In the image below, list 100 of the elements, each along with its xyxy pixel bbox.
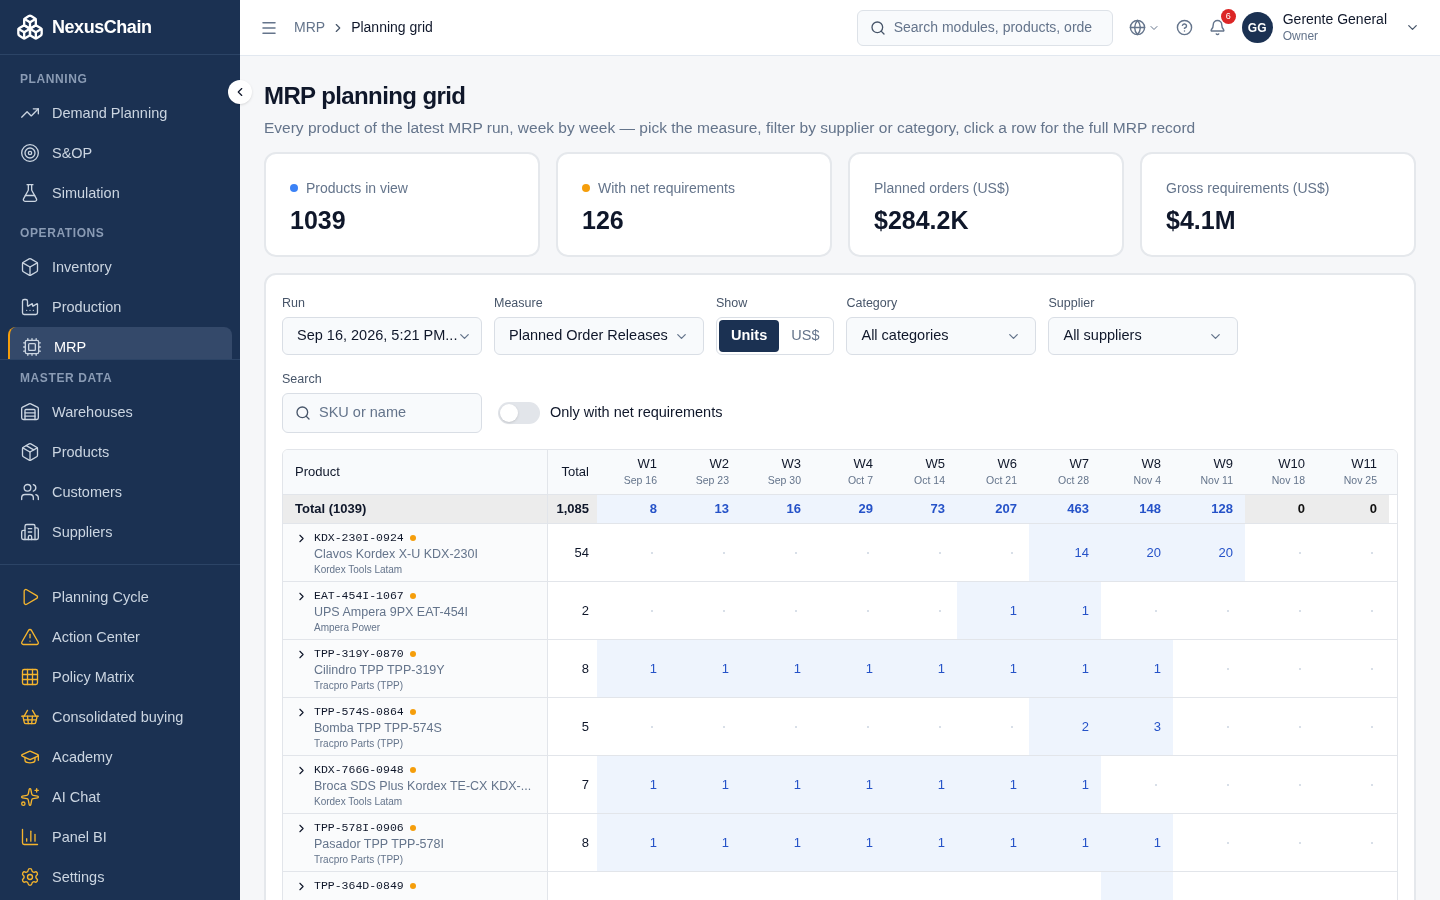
cell-value: 8 bbox=[649, 500, 657, 519]
cell-value: 0 bbox=[1369, 500, 1377, 519]
product-sku: TPP-574S-0864 bbox=[314, 704, 404, 720]
grid-icon bbox=[20, 667, 40, 687]
sidebar-item[interactable]: Inventory bbox=[8, 247, 232, 287]
cell-value: 20 bbox=[1146, 543, 1161, 562]
sidebar-item[interactable]: Suppliers bbox=[8, 512, 232, 552]
product-row[interactable]: TPP-574S-0864 Bomba TPP TPP-574S Tracpro Parts (TPP) 5 2 3 bbox=[283, 698, 1397, 756]
cell-value: 1 bbox=[721, 659, 729, 678]
basket-icon bbox=[20, 707, 40, 727]
collapse-button[interactable] bbox=[228, 80, 252, 104]
field-label: Search bbox=[282, 371, 323, 387]
sidebar-item[interactable]: Panel BI bbox=[8, 817, 232, 857]
warning-icon bbox=[20, 627, 40, 647]
user-avatar[interactable]: GG bbox=[1241, 12, 1273, 43]
section-heading: PLANNING bbox=[19, 71, 89, 88]
warehouse-icon bbox=[20, 402, 40, 422]
chip-icon bbox=[22, 337, 42, 357]
product-row[interactable]: KDX-230I-0924 Clavos Kordex X-U KDX-230I Kordex Tools Latam 54 14 20 20 bbox=[283, 524, 1397, 582]
sidebar-item[interactable]: S&OP bbox=[8, 133, 232, 173]
product-supplier: Kordex Tools Latam bbox=[314, 563, 404, 577]
product-supplier: Ampera Power bbox=[314, 621, 382, 635]
toggle-switch[interactable] bbox=[498, 402, 540, 424]
factory-icon bbox=[20, 297, 40, 317]
segment-option[interactable]: Units bbox=[719, 320, 780, 352]
page-subtitle: Every product of the latest MRP run, week by week — pick the measure, filter by supplier or category, click a row for the full MRP record bbox=[264, 118, 1197, 138]
product-sku: TPP-578I-0906 bbox=[314, 820, 404, 836]
search-icon bbox=[869, 19, 886, 36]
kpi-label: Products in view bbox=[306, 179, 408, 198]
select-field[interactable]: Sep 16, 2026, 5:21 PM... bbox=[282, 317, 482, 355]
user-role: Owner bbox=[1282, 28, 1320, 44]
help-icon[interactable] bbox=[1175, 19, 1193, 36]
product-name: Clavos Kordex X-U KDX-230I bbox=[314, 546, 478, 562]
product-row[interactable]: KDX-766G-0948 Broca SDS Plus Kordex TE-CX KDX-... Kordex Tools Latam 7 1 1 1 1 1 1 1 bbox=[283, 756, 1397, 814]
logo-icon bbox=[16, 13, 44, 41]
kpi-value: $284.2K bbox=[874, 205, 970, 236]
product-row[interactable]: EAT-454I-1067 UPS Ampera 9PX EAT-454I Ampera Power 2 1 1 bbox=[283, 582, 1397, 640]
cell-value: 1 bbox=[649, 775, 657, 794]
week-date: Nov 18 bbox=[1271, 473, 1305, 488]
sidebar-item[interactable]: Production bbox=[8, 287, 232, 327]
sidebar-item[interactable]: Demand Planning bbox=[8, 93, 232, 133]
week-label: W3 bbox=[781, 456, 801, 472]
language-button[interactable] bbox=[1128, 19, 1160, 36]
breadcrumb-link[interactable]: MRP bbox=[294, 17, 326, 38]
breadcrumb-current: Planning grid bbox=[351, 18, 433, 37]
field-label: Category bbox=[846, 295, 899, 311]
sidebar-item[interactable]: Warehouses bbox=[8, 392, 232, 432]
cell-value: 1 bbox=[1153, 659, 1161, 678]
product-row[interactable]: TPP-319Y-0870 Cilindro TPP TPP-319Y Tracpro Parts (TPP) 8 1 1 1 1 1 1 1 1 bbox=[283, 640, 1397, 698]
sidebar-item[interactable]: Customers bbox=[8, 472, 232, 512]
cell-value: 1 bbox=[649, 659, 657, 678]
product-row[interactable]: TPP-578I-0906 Pasador TPP TPP-578I Tracpro Parts (TPP) 8 1 1 1 1 1 1 1 1 bbox=[283, 814, 1397, 872]
week-label: W7 bbox=[1069, 456, 1089, 472]
cell-value: 2 bbox=[1081, 717, 1089, 736]
week-label: W11 bbox=[1351, 456, 1377, 472]
sidebar-item[interactable]: Policy Matrix bbox=[8, 657, 232, 697]
product-name: Bomba TPP TPP-574S bbox=[314, 720, 442, 736]
bar-chart-icon bbox=[20, 827, 40, 847]
cell-value: 1 bbox=[865, 833, 873, 852]
search-field[interactable]: SKU or name bbox=[282, 393, 482, 433]
product-supplier: Tracpro Parts (TPP) bbox=[314, 737, 405, 751]
notification-badge: 6 bbox=[1220, 9, 1236, 24]
product-sku: EAT-454I-1067 bbox=[314, 588, 404, 604]
product-sku: TPP-364D-0849 bbox=[314, 878, 404, 894]
cell-value: 1 bbox=[721, 775, 729, 794]
row-total: 8 bbox=[581, 659, 589, 678]
page-title: MRP planning grid bbox=[264, 81, 467, 111]
cell-value: 1 bbox=[1153, 833, 1161, 852]
cell-value: 1 bbox=[1081, 601, 1089, 620]
product-sku: KDX-230I-0924 bbox=[314, 530, 404, 546]
sidebar-item[interactable]: MRP bbox=[8, 327, 232, 359]
segment-option[interactable]: US$ bbox=[779, 320, 832, 352]
bell-icon[interactable] bbox=[1208, 19, 1226, 36]
brand-name: NexusChain bbox=[52, 15, 152, 39]
sidebar-item[interactable]: Planning Cycle bbox=[8, 577, 232, 617]
product-supplier: Tracpro Parts (TPP) bbox=[314, 679, 405, 693]
week-date: Sep 16 bbox=[623, 473, 657, 488]
cell-value: 1 bbox=[937, 659, 945, 678]
sidebar-item[interactable]: Simulation bbox=[8, 173, 232, 213]
building-icon bbox=[20, 522, 40, 542]
week-date: Nov 4 bbox=[1133, 473, 1161, 488]
column-header: Total bbox=[560, 463, 590, 482]
sidebar-item[interactable]: AI Chat bbox=[8, 777, 232, 817]
sidebar-item[interactable]: Action Center bbox=[8, 617, 232, 657]
search-field[interactable]: Search modules, products, orde bbox=[856, 9, 1113, 46]
sidebar-item[interactable]: Products bbox=[8, 432, 232, 472]
product-row[interactable]: TPP-364D-0849 bbox=[283, 872, 1397, 900]
sidebar-item[interactable]: Academy bbox=[8, 737, 232, 777]
cube-icon bbox=[20, 257, 40, 277]
sidebar-item[interactable]: Settings bbox=[8, 857, 232, 897]
cell-value: 1 bbox=[1009, 833, 1017, 852]
select-field[interactable]: All suppliers bbox=[1048, 317, 1239, 355]
kpi-value: 126 bbox=[582, 205, 625, 236]
product-sku: KDX-766G-0948 bbox=[314, 762, 404, 778]
select-field[interactable]: Planned Order Releases bbox=[494, 317, 704, 355]
cell-value: 14 bbox=[1074, 543, 1089, 562]
sidebar-item[interactable]: Consolidated buying bbox=[8, 697, 232, 737]
field-label: Run bbox=[282, 295, 306, 311]
select-field[interactable]: All categories bbox=[846, 317, 1037, 355]
week-date: Sep 23 bbox=[695, 473, 729, 488]
